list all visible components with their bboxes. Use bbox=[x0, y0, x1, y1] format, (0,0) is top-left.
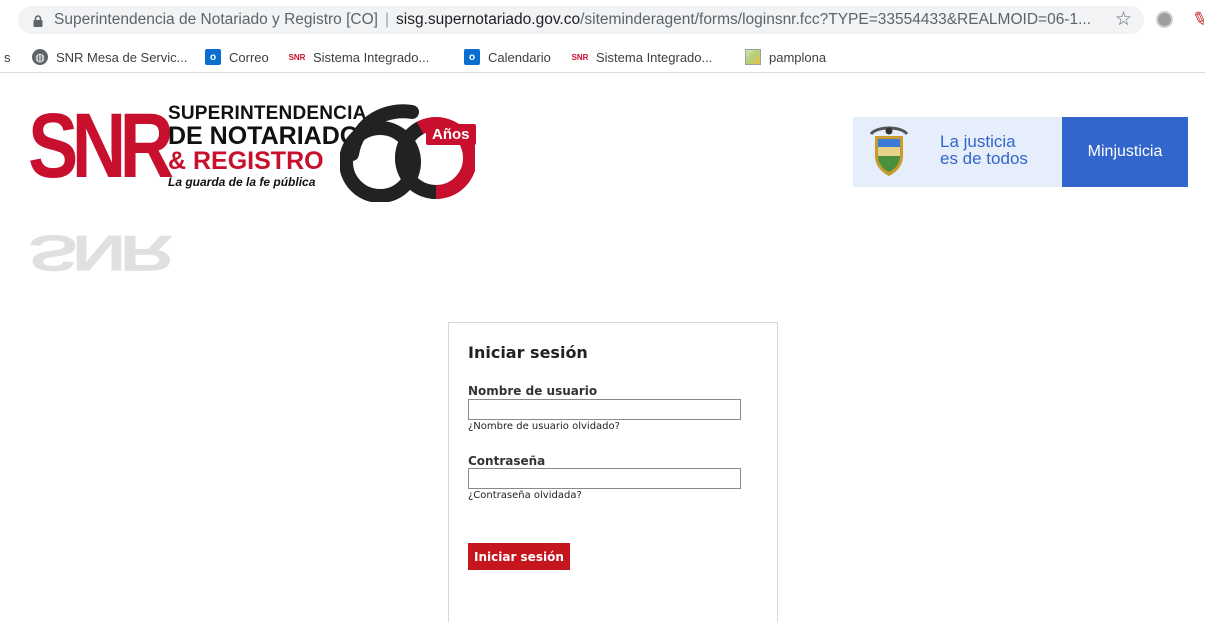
password-input[interactable] bbox=[468, 468, 741, 489]
bookmark-truncated[interactable]: s bbox=[4, 48, 11, 66]
snr-logo-text: SUPERINTENDENCIA DE NOTARIADO & REGISTRO… bbox=[168, 104, 367, 188]
extension-icon[interactable] bbox=[1156, 11, 1173, 28]
sixty-years-emblem bbox=[340, 104, 475, 202]
gov-slogan-block: La justicia es de todos bbox=[853, 117, 1062, 187]
outlook-icon: o bbox=[205, 49, 221, 65]
bookmark-sistema-integrado-1[interactable]: SNR Sistema Integrado... bbox=[288, 48, 430, 66]
bookmark-label: Sistema Integrado... bbox=[313, 49, 430, 65]
forgot-password-link[interactable]: ¿Contraseña olvidada? bbox=[468, 490, 582, 501]
slogan-line-1: La justicia bbox=[940, 132, 1016, 151]
outlook-icon: o bbox=[464, 49, 480, 65]
bookmark-calendario[interactable]: o Calendario bbox=[464, 48, 551, 66]
bookmark-label: SNR Mesa de Servic... bbox=[56, 49, 188, 65]
url-separator: | bbox=[384, 11, 389, 28]
login-title: Iniciar sesión bbox=[468, 343, 588, 362]
bookmark-pamplona[interactable]: pamplona bbox=[745, 48, 826, 66]
bookmark-snr-mesa[interactable]: ◍ SNR Mesa de Servic... bbox=[32, 48, 188, 66]
page-title: Superintendencia de Notariado y Registro… bbox=[54, 11, 378, 28]
username-label: Nombre de usuario bbox=[468, 384, 598, 398]
login-submit-button[interactable]: Iniciar sesión bbox=[468, 543, 570, 570]
bookmark-label: Calendario bbox=[488, 49, 551, 65]
anniversary-word: Años bbox=[426, 124, 476, 145]
bookmark-label: pamplona bbox=[769, 49, 827, 65]
logo-line-1: SUPERINTENDENCIA bbox=[168, 103, 367, 124]
extension-pen-icon[interactable]: ✎ bbox=[1189, 7, 1210, 32]
password-label: Contraseña bbox=[468, 454, 546, 468]
forgot-username-link[interactable]: ¿Nombre de usuario olvidado? bbox=[468, 421, 620, 432]
bookmark-sistema-integrado-2[interactable]: SNR Sistema Integrado... bbox=[571, 48, 713, 66]
browser-address-bar: Superintendencia de Notariado y Registro… bbox=[0, 0, 1213, 38]
snr-letters: SNR bbox=[28, 95, 174, 197]
logo-line-2: DE NOTARIADO bbox=[168, 122, 360, 150]
logo-tagline: La guarda de la fe pública bbox=[168, 175, 316, 189]
gov-slogan: La justicia es de todos bbox=[940, 133, 1028, 167]
ministry-name: Minjusticia bbox=[1087, 143, 1163, 160]
bookmark-correo[interactable]: o Correo bbox=[205, 48, 269, 66]
snr-letters-reflection: SNR bbox=[28, 224, 168, 281]
lock-icon bbox=[33, 15, 43, 27]
url-domain: sisg.supernotariado.gov.co bbox=[396, 11, 581, 28]
omnibox[interactable]: Superintendencia de Notariado y Registro… bbox=[18, 6, 1144, 34]
snr-favicon: SNR bbox=[571, 52, 589, 62]
minjusticia-banner: La justicia es de todos Minjusticia bbox=[853, 117, 1188, 187]
globe-icon: ◍ bbox=[32, 49, 48, 65]
snr-logo: SNR SNR SUPERINTENDENCIA DE NOTARIADO & … bbox=[28, 95, 476, 281]
coat-of-arms-icon bbox=[869, 126, 909, 176]
bookmark-star-icon[interactable]: ☆ bbox=[1115, 6, 1132, 34]
logo-line-3: & REGISTRO bbox=[168, 147, 324, 175]
bookmark-label: Correo bbox=[229, 49, 269, 65]
slogan-line-2: es de todos bbox=[940, 149, 1028, 168]
bookmarks-bar: s ◍ SNR Mesa de Servic... o Correo SNR S… bbox=[0, 42, 1205, 73]
image-icon bbox=[745, 49, 761, 65]
snr-favicon: SNR bbox=[288, 52, 306, 62]
ministry-block: Minjusticia bbox=[1062, 117, 1188, 187]
login-form: Iniciar sesión Nombre de usuario ¿Nombre… bbox=[448, 322, 778, 622]
username-input[interactable] bbox=[468, 399, 741, 420]
url-path: /siteminderagent/forms/loginsnr.fcc?TYPE… bbox=[580, 11, 1092, 28]
bookmark-label: Sistema Integrado... bbox=[596, 49, 713, 65]
